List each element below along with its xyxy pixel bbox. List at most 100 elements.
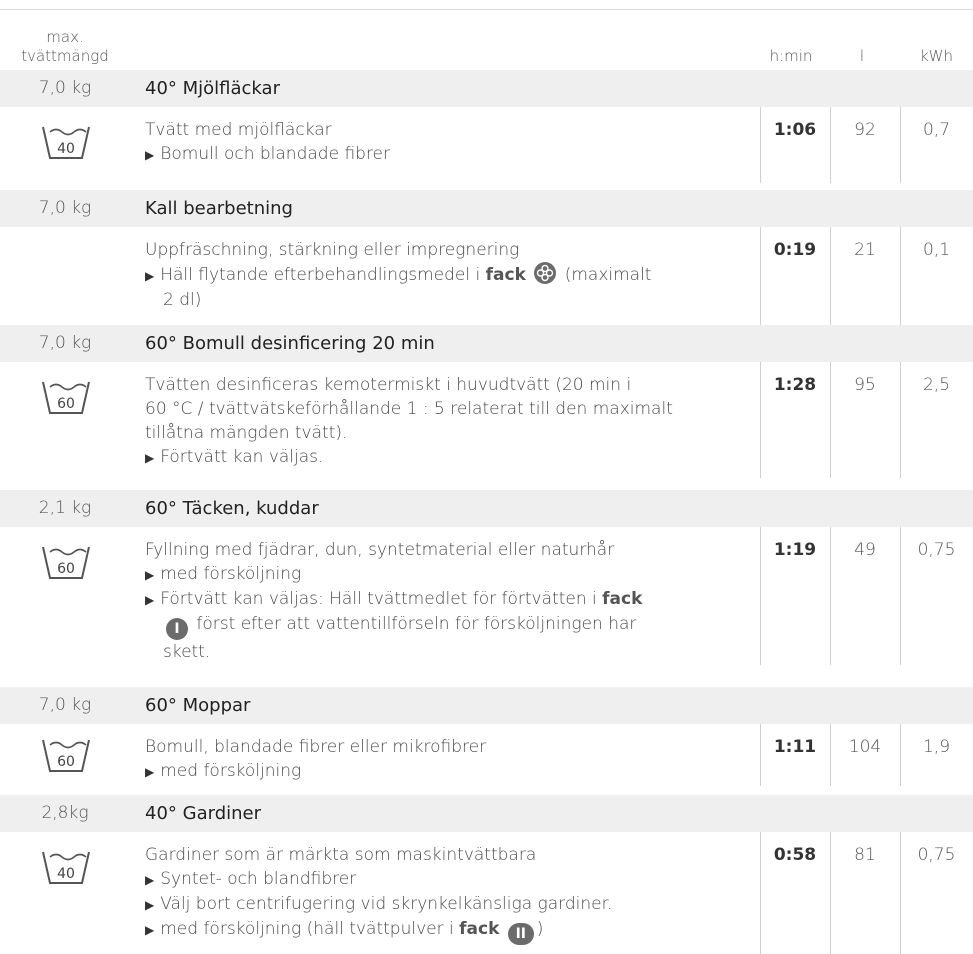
bullet-line: ▶ Förtvätt kan väljas: Häll tvättmedlet f… [145,587,745,612]
program-water: 95 [854,375,876,395]
program-description: Uppfräschning, stärkning eller impregner… [145,238,745,312]
program-description: Fyllning med fjädrar, dun, syntetmateria… [145,538,745,664]
bullet-line: ▶ Välj bort centrifugering vid skrynkelkä… [145,892,745,917]
program-energy: 0,1 [922,240,951,260]
program-water: 81 [854,845,876,865]
program-time: 0:58 [773,845,817,865]
program-row: 60 Fyllning med fjädrar, dun, syntetmate… [0,527,973,665]
program-energy: 1,9 [922,737,951,757]
program-title: Kall bearbetning [145,198,293,219]
bullet-line: ▶ Häll flytande efterbehandlingsmedel i f… [145,262,745,288]
bullet-arrow-icon: ▶ [145,923,155,937]
description-line: 60 °C / tvättvätskeförhållande 1 : 5 rel… [145,399,673,419]
program-row: 40 Tvätt med mjölfläckar ▶ Bomull och bla… [0,107,973,183]
program-qty: 7,0 kg [38,198,92,218]
program-qty: 7,0 kg [38,695,92,715]
bullet-text: med försköljning [160,761,302,781]
bullet-text: ) [536,919,544,939]
program-energy: 2,5 [922,375,951,395]
bullet-text: Förtvätt kan väljas: Häll tvättmedlet fö… [160,589,603,609]
bullet-text-continued: 2 dl) [163,290,202,310]
bullet-text: Syntet- och blandfibrer [160,869,357,889]
bullet-arrow-icon: ▶ [145,765,155,779]
program-energy: 0,75 [917,540,956,560]
header-time: h:min [769,47,813,65]
bullet-text: med försköljning [160,564,302,584]
softener-flower-icon [534,262,557,284]
program-row: 60 Tvätten desinficeras kemotermiskt i h… [0,362,973,478]
wash-tub-icon: 60 [40,736,92,774]
bullet-text-continued: skett. [163,642,211,662]
program-description: Tvätt med mjölfläckar ▶ Bomull och blanda… [145,118,745,167]
bullet-line: ▶ Syntet- och blandfibrer [145,867,745,892]
bullet-text: med försköljning (häll tvättpulver i [160,919,460,939]
program-row: 40 Gardiner som är märkta som maskintvät… [0,832,973,954]
bullet-arrow-icon: ▶ [145,568,155,582]
description-line: Bomull, blandade fibrer eller mikrofibre… [145,737,487,757]
program-time: 0:19 [773,240,817,260]
program-water: 104 [848,737,882,757]
svg-text:60: 60 [57,754,75,770]
program-description: Bomull, blandade fibrer eller mikrofibre… [145,735,745,784]
description-line: Uppfräschning, stärkning eller impregner… [145,240,520,260]
description-line: Tvätten desinficeras kemotermiskt i huvu… [145,375,632,395]
bullet-text: (maximalt [559,265,652,285]
program-title: 40° Mjölfläckar [145,78,280,99]
bullet-bold: fack [459,919,500,939]
description-line: Gardiner som är märkta som maskintvättba… [145,845,537,865]
program-description: Tvätten desinficeras kemotermiskt i huvu… [145,373,745,470]
program-qty: 2,1 kg [38,498,92,518]
program-title: 60° Bomull desinficering 20 min [145,333,435,354]
bullet-line: ▶ Förtvätt kan väljas. [145,445,745,470]
program-water: 92 [854,120,876,140]
bullet-line: ▶ Bomull och blandade fibrer [145,142,745,167]
description-line: Tvätt med mjölfläckar [145,120,332,140]
header-water: l [859,47,865,65]
compartment-two-icon: II [507,923,534,945]
bullet-text: Välj bort centrifugering vid skrynkelkän… [160,894,613,914]
svg-text:40: 40 [57,866,75,882]
program-band: 7,0 kg 60° Bomull desinficering 20 min [0,325,973,362]
program-description: Gardiner som är märkta som maskintvättba… [145,843,745,945]
description-line: tillåtna mängden tvätt). [145,423,348,443]
program-energy: 0,7 [922,120,951,140]
svg-text:60: 60 [57,561,75,577]
header-max-load: max. tvättmängd [0,28,130,66]
program-time: 1:11 [773,737,817,757]
svg-text:40: 40 [57,141,75,157]
bullet-text: Bomull och blandade fibrer [160,144,391,164]
bullet-bold: fack [602,589,643,609]
compartment-one-icon: I [166,618,188,640]
program-qty: 7,0 kg [38,333,92,353]
program-qty: 2,8kg [41,803,89,823]
wash-tub-icon: 60 [40,543,92,581]
bullet-line: ▶ med försköljning [145,759,745,784]
program-energy: 0,75 [917,845,956,865]
top-divider [0,9,973,10]
bullet-arrow-icon: ▶ [145,593,155,607]
program-row: Uppfräschning, stärkning eller impregner… [0,227,973,327]
bullet-line: ▶ med försköljning (häll tvättpulver i fa… [145,917,745,945]
bullet-arrow-icon: ▶ [145,269,155,283]
wash-tub-icon: 40 [40,848,92,886]
header-energy: kWh [919,47,954,65]
program-row: 60 Bomull, blandade fibrer eller mikrofi… [0,724,973,786]
bullet-text: Förtvätt kan väljas. [160,447,324,467]
bullet-arrow-icon: ▶ [145,148,155,162]
header-max-label: max. [46,28,84,46]
program-time: 1:19 [773,540,817,560]
bullet-text: först efter att vattentillförseln för fö… [191,614,637,634]
bullet-arrow-icon: ▶ [145,898,155,912]
program-band: 2,8kg 40° Gardiner [0,795,973,832]
bullet-line: ▶ med försköljning [145,562,745,587]
program-band: 7,0 kg 60° Moppar [0,687,973,724]
program-band: 2,1 kg 60° Täcken, kuddar [0,490,973,527]
program-title: 40° Gardiner [145,803,261,824]
bullet-text: Häll flytande efterbehandlingsmedel i [160,265,486,285]
program-water: 21 [854,240,876,260]
description-line: Fyllning med fjädrar, dun, syntetmateria… [145,540,615,560]
bullet-text-continued: I först efter att vattentillförseln för … [145,612,745,640]
svg-text:60: 60 [57,396,75,412]
wash-tub-icon: 60 [40,378,92,416]
program-time: 1:28 [773,375,817,395]
